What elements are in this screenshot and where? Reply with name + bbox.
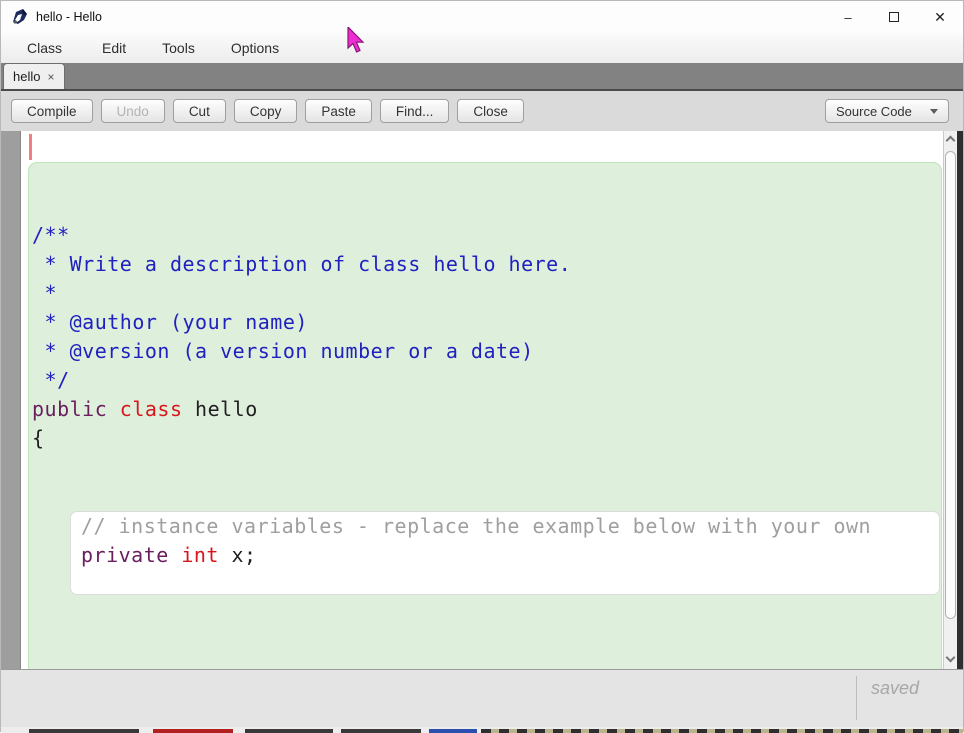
chevron-down-icon <box>930 109 938 114</box>
class-scope-block: /** * Write a description of class hello… <box>28 162 942 669</box>
window-right-edge <box>957 131 963 669</box>
code-line: * @version (a version number or a date) <box>29 337 941 366</box>
close-button[interactable]: ✕ <box>917 1 963 33</box>
code-editor[interactable]: /** * Write a description of class hello… <box>1 131 963 669</box>
compile-button[interactable]: Compile <box>11 99 93 123</box>
toolbar: Compile Undo Cut Copy Paste Find... Clos… <box>1 91 963 131</box>
mouse-cursor <box>347 27 369 57</box>
paste-button[interactable]: Paste <box>305 99 372 123</box>
bluej-app-icon <box>11 8 29 26</box>
view-mode-select[interactable]: Source Code <box>825 99 949 123</box>
menu-bar: Class Edit Tools Options <box>1 33 963 63</box>
field-scope-box: // instance variables - replace the exam… <box>70 511 940 595</box>
text-caret <box>29 134 32 160</box>
tab-hello[interactable]: hello × <box>3 63 65 89</box>
scroll-down-icon[interactable] <box>946 653 956 663</box>
view-mode-value: Source Code <box>836 104 912 119</box>
tab-label: hello <box>13 69 40 84</box>
copy-button[interactable]: Copy <box>234 99 298 123</box>
menu-options[interactable]: Options <box>227 40 283 56</box>
scroll-up-icon[interactable] <box>946 136 956 146</box>
menu-tools[interactable]: Tools <box>158 40 199 56</box>
window-title: hello - Hello <box>36 10 102 24</box>
scrollbar-thumb[interactable] <box>945 151 956 619</box>
breakpoint-gutter[interactable] <box>1 131 21 669</box>
code-line: * <box>29 279 941 308</box>
code-line: /** <box>29 221 941 250</box>
tab-close-icon[interactable]: × <box>47 70 54 84</box>
code-line: private int x; <box>71 541 939 570</box>
status-bar: saved <box>1 669 963 727</box>
class-header-code: /** * Write a description of class hello… <box>29 221 941 453</box>
undo-button[interactable]: Undo <box>101 99 165 123</box>
editor-window: hello - Hello – ✕ Class Edit Tools Optio… <box>0 0 964 732</box>
title-bar: hello - Hello – ✕ <box>1 1 963 33</box>
code-line: */ <box>29 366 941 395</box>
maximize-button[interactable] <box>871 1 917 33</box>
menu-edit[interactable]: Edit <box>98 40 130 56</box>
code-line: // instance variables - replace the exam… <box>71 512 939 541</box>
cut-button[interactable]: Cut <box>173 99 226 123</box>
close-editor-button[interactable]: Close <box>457 99 524 123</box>
minimize-icon: – <box>844 10 851 25</box>
code-line: public class hello <box>29 395 941 424</box>
find-button[interactable]: Find... <box>380 99 450 123</box>
save-status: saved <box>871 678 919 699</box>
maximize-icon <box>889 12 899 22</box>
code-line: { <box>29 424 941 453</box>
code-line: * Write a description of class hello her… <box>29 250 941 279</box>
close-icon: ✕ <box>934 9 946 26</box>
vertical-scrollbar[interactable] <box>943 131 957 669</box>
background-window-sliver <box>1 727 963 733</box>
code-line: * @author (your name) <box>29 308 941 337</box>
menu-class[interactable]: Class <box>23 40 66 56</box>
code-line <box>71 570 939 595</box>
tab-strip: hello × <box>1 63 963 91</box>
status-divider <box>856 676 857 720</box>
minimize-button[interactable]: – <box>825 1 871 33</box>
